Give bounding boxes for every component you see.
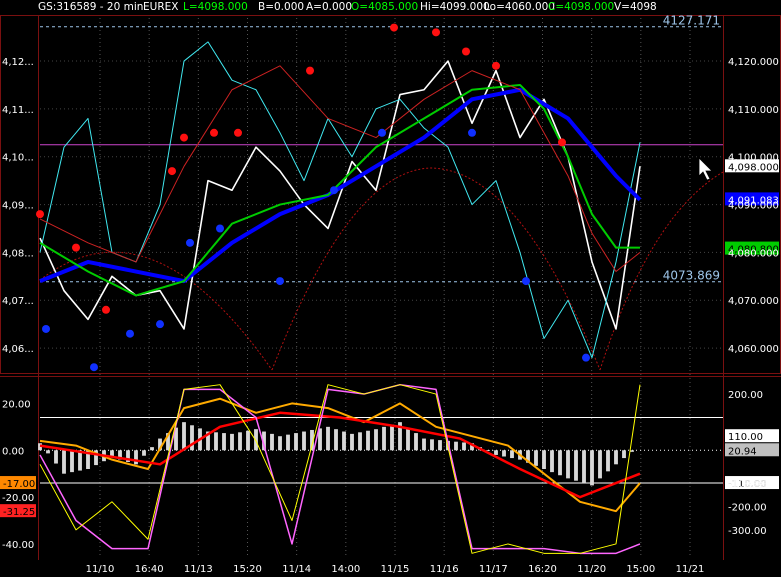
marker-blue	[276, 277, 284, 286]
y-tick-label-right: 4,110.000	[728, 105, 779, 116]
header-volume: V=4098	[614, 1, 657, 13]
osc-value-tag-label: 110.00	[728, 432, 763, 443]
x-tick-label: 11/20	[577, 564, 606, 575]
osc-y-tick-right: -100.00	[728, 479, 767, 490]
header-bid: B=0.000	[258, 1, 305, 13]
x-tick-label: 11/17	[479, 564, 508, 575]
header-ask: A=0.000	[306, 1, 353, 13]
header-exchange: EUREX	[143, 1, 179, 13]
x-tick-label: 11/14	[282, 564, 311, 575]
header-last: L=4098.000	[183, 1, 248, 13]
marker-blue	[468, 128, 476, 137]
marker-blue	[330, 186, 338, 195]
price-plot-area: 4127.1714073.8694,098.0004,091.0834,080.…	[36, 14, 779, 372]
y-tick-label-left: 4,12...	[2, 57, 34, 68]
x-tick-label: 16:20	[528, 564, 557, 575]
marker-red	[558, 138, 566, 147]
marker-red	[492, 61, 500, 70]
osc-y-tick-right: -300.00	[728, 526, 767, 537]
marker-blue	[42, 324, 50, 333]
series-line-osc-orange	[39, 397, 641, 513]
osc-y-tick-right: 200.00	[728, 390, 763, 401]
price-grid	[40, 18, 723, 558]
osc-y-tick-left: -20.00	[2, 493, 34, 504]
y-tick-label-right: 4,120.000	[728, 57, 779, 68]
osc-value-tag-label: -31.25	[3, 507, 35, 518]
marker-blue	[156, 320, 164, 329]
x-tick-label: 11/16	[430, 564, 459, 575]
marker-blue	[582, 353, 590, 362]
trading-chart: 4127.1714073.8694,098.0004,091.0834,080.…	[0, 14, 781, 575]
osc-value-tag-label: -17.00	[3, 479, 35, 490]
x-tick-label: 11/13	[184, 564, 213, 575]
osc-y-tick-left: 0.00	[2, 446, 24, 457]
y-tick-label-right: 4,090.000	[728, 201, 779, 212]
x-tick-label: 11/10	[86, 564, 115, 575]
x-tick-label: 11/15	[381, 564, 410, 575]
y-tick-label-left: 4,11...	[2, 105, 34, 116]
osc-value-tag-label: 20.94	[728, 446, 757, 457]
y-tick-label-right: 4,060.000	[728, 344, 779, 355]
marker-blue	[126, 329, 134, 338]
header-low: Lo=4060.000	[484, 1, 555, 13]
band-curve	[39, 251, 273, 371]
price-tag-label: 4,098.000	[728, 162, 779, 173]
series-line-osc-magenta	[39, 383, 641, 555]
price-level-label: 4127.171	[663, 14, 720, 28]
y-tick-label-right: 4,080.000	[728, 248, 779, 259]
marker-red	[462, 47, 470, 56]
x-tick-label: 14:00	[331, 564, 360, 575]
marker-blue	[186, 238, 194, 247]
marker-blue	[90, 363, 98, 372]
y-tick-label-left: 4,06...	[2, 344, 34, 355]
osc-y-tick-left: 20.00	[2, 399, 31, 410]
header-close: C=4098.000	[548, 1, 615, 13]
price-level-label: 4073.869	[663, 269, 720, 283]
y-tick-label-left: 4,08...	[2, 248, 34, 259]
marker-red	[102, 305, 110, 314]
marker-red	[306, 66, 314, 75]
x-tick-label: 15:00	[626, 564, 655, 575]
x-tick-label: 16:40	[135, 564, 164, 575]
marker-red	[234, 128, 242, 137]
y-tick-label-left: 4,10...	[2, 153, 34, 164]
marker-red	[390, 23, 398, 32]
x-tick-label: 11/21	[676, 564, 705, 575]
marker-red	[36, 210, 44, 219]
y-tick-label-right: 4,070.000	[728, 296, 779, 307]
series-line-price	[39, 60, 641, 330]
marker-red	[180, 133, 188, 142]
series-line-ma-fast	[39, 83, 640, 297]
osc-y-tick-left: -40.00	[2, 540, 34, 551]
marker-red	[432, 28, 440, 37]
price-panel-frame	[0, 15, 781, 374]
header-open: O=4085.000	[351, 1, 419, 13]
series-line-band	[39, 65, 641, 273]
marker-blue	[378, 128, 386, 137]
y-tick-label-left: 4,07...	[2, 296, 34, 307]
header-instrument: GS:316589 - 20 min	[38, 1, 144, 13]
marker-red	[168, 167, 176, 176]
x-tick-label: 15:20	[233, 564, 262, 575]
marker-blue	[216, 224, 224, 233]
y-tick-label-right: 4,100.000	[728, 153, 779, 164]
series-line-osc-red	[39, 411, 641, 499]
y-tick-label-left: 4,09...	[2, 201, 34, 212]
marker-blue	[522, 277, 530, 286]
series-line-osc-yellow	[39, 384, 641, 554]
series-line-price2	[39, 41, 641, 359]
oscillator-plot-area: 110.0020.94-110.00-17.00-31.25	[0, 383, 779, 555]
osc-y-tick-right: -200.00	[728, 502, 767, 513]
header-high: Hi=4099.000	[420, 1, 490, 13]
marker-red	[210, 128, 218, 137]
mouse-cursor-icon	[698, 157, 713, 181]
marker-red	[72, 243, 80, 252]
